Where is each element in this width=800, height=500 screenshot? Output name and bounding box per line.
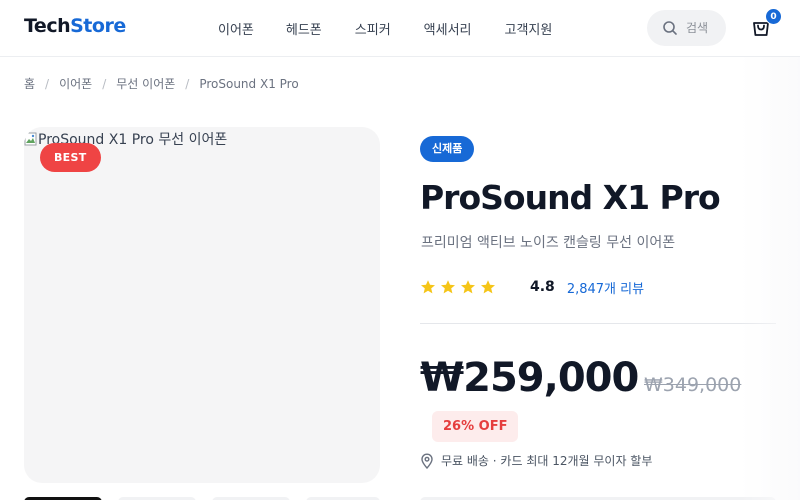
star-icon bbox=[480, 279, 496, 295]
breadcrumb: 홈 / 이어폰 / 무선 이어폰 / ProSound X1 Pro bbox=[24, 75, 299, 92]
rating-row: 4.8 2,847개 리뷰 bbox=[420, 277, 644, 297]
broken-image-icon bbox=[24, 131, 38, 147]
breadcrumb-wireless-earphones[interactable]: 무선 이어폰 bbox=[116, 75, 175, 92]
logo[interactable]: TechStore bbox=[24, 15, 126, 37]
breadcrumb-earphones[interactable]: 이어폰 bbox=[59, 75, 92, 92]
sale-price: ₩259,000 bbox=[420, 355, 639, 401]
logo-accent: Store bbox=[70, 15, 126, 37]
nav-item-support[interactable]: 고객지원 bbox=[505, 19, 553, 38]
original-price: ₩349,000 bbox=[644, 374, 742, 396]
location-pin-icon bbox=[420, 452, 434, 469]
star-icon bbox=[460, 279, 476, 295]
product-image-card[interactable]: ProSound X1 Pro 무선 이어폰 bbox=[24, 127, 380, 483]
review-count-link[interactable]: 2,847개 리뷰 bbox=[567, 278, 644, 297]
site-header: TechStore 이어폰 헤드폰 스피커 액세서리 고객지원 0 bbox=[0, 0, 800, 57]
nav-item-headphones[interactable]: 헤드폰 bbox=[286, 19, 322, 38]
nav-item-earphones[interactable]: 이어폰 bbox=[218, 19, 254, 38]
search-icon bbox=[662, 20, 678, 36]
discount-badge: 26% OFF bbox=[432, 411, 519, 442]
star-icon bbox=[440, 279, 456, 295]
search-box[interactable] bbox=[647, 10, 726, 46]
shopping-bag-icon bbox=[750, 22, 772, 42]
breadcrumb-separator: / bbox=[185, 76, 190, 91]
edge-fade bbox=[740, 57, 800, 500]
new-product-badge: 신제품 bbox=[420, 136, 475, 162]
product-subtitle: 프리미엄 액티브 노이즈 캔슬링 무선 이어폰 bbox=[421, 235, 676, 251]
divider bbox=[420, 323, 776, 324]
search-input[interactable] bbox=[686, 21, 722, 35]
rating-stars bbox=[420, 279, 496, 295]
breadcrumb-home[interactable]: 홈 bbox=[24, 75, 35, 92]
shipping-text: 무료 배송 · 카드 최대 12개월 무이자 할부 bbox=[441, 454, 653, 468]
nav-item-accessories[interactable]: 액세서리 bbox=[424, 19, 472, 38]
best-badge: BEST bbox=[40, 143, 101, 172]
breadcrumb-separator: / bbox=[102, 76, 107, 91]
main-nav: 이어폰 헤드폰 스피커 액세서리 고객지원 bbox=[218, 19, 552, 38]
nav-item-speakers[interactable]: 스피커 bbox=[355, 19, 391, 38]
shipping-info: 무료 배송 · 카드 최대 12개월 무이자 할부 bbox=[420, 452, 652, 469]
cart-count-badge: 0 bbox=[765, 8, 782, 25]
star-icon bbox=[420, 279, 436, 295]
rating-value: 4.8 bbox=[530, 279, 555, 295]
product-title: ProSound X1 Pro bbox=[420, 178, 721, 217]
logo-main: Tech bbox=[24, 15, 71, 37]
breadcrumb-current: ProSound X1 Pro bbox=[199, 76, 299, 91]
breadcrumb-separator: / bbox=[45, 76, 50, 91]
